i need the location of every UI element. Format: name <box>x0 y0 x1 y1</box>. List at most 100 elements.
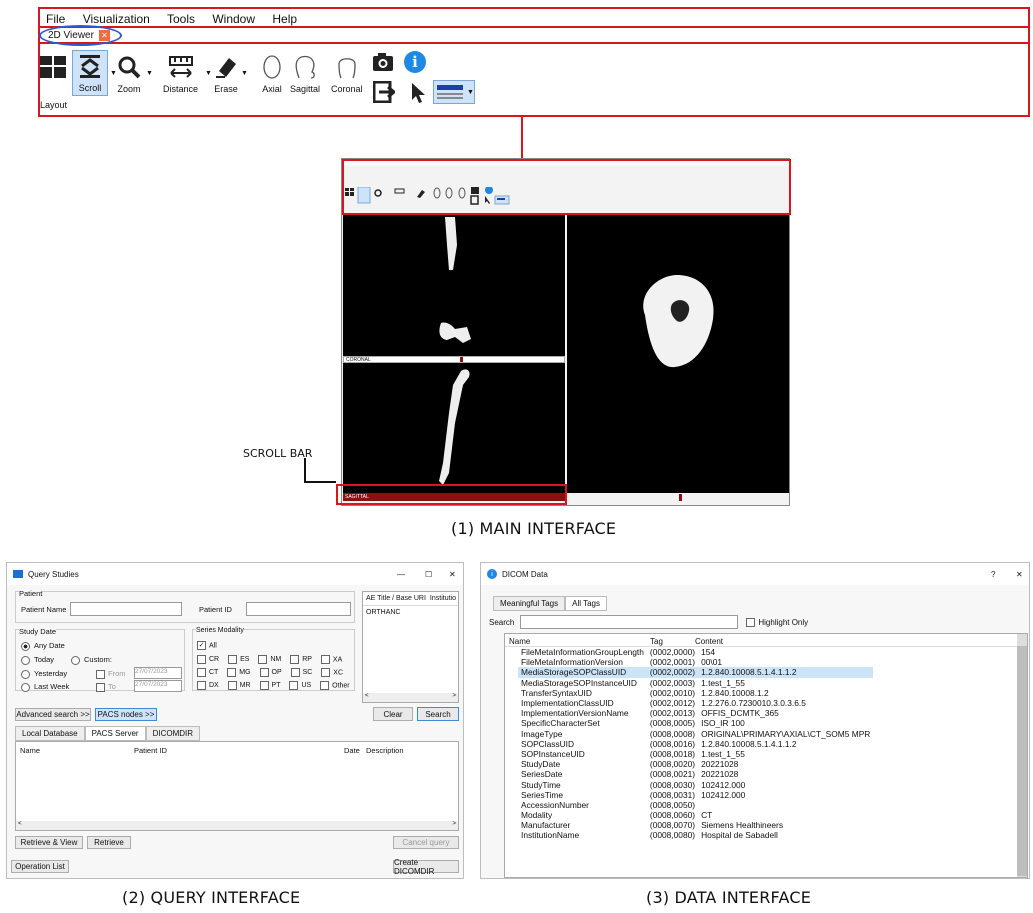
tags-vscroll[interactable] <box>1017 634 1027 877</box>
line-style-icon[interactable]: ▼ <box>433 80 475 104</box>
chevron-down-icon[interactable]: ▼ <box>110 70 117 77</box>
search-input[interactable] <box>520 615 739 629</box>
table-row[interactable]: SeriesTime (0008,0031) 102412.000 <box>518 790 873 800</box>
table-row[interactable]: TransferSyntaxUID (0002,0010) 1.2.840.1000… <box>518 688 873 698</box>
table-row[interactable]: SeriesDate (0008,0021) 20221028 <box>518 769 873 779</box>
table-row[interactable]: FileMetaInformationVersion (0002,0001) 00\… <box>518 657 873 667</box>
ae-hscroll[interactable]: < > <box>363 693 458 702</box>
info-icon[interactable]: i <box>404 51 426 73</box>
cell-content: ORIGINAL\PRIMARY\AXIAL\CT_SOM5 MPR <box>701 728 871 739</box>
from-date-input[interactable]: 27/07/2023 <box>134 667 182 679</box>
cell-name: MediaStorageSOPInstanceUID <box>521 677 637 688</box>
patient-id-input[interactable] <box>246 602 351 616</box>
query-title-bar: Query Studies — ☐ ✕ <box>7 563 463 585</box>
minimize-icon[interactable]: — <box>397 570 405 579</box>
viewport-right <box>567 215 789 493</box>
axial-slider-thumb[interactable] <box>679 494 682 501</box>
col-name[interactable]: Name <box>509 637 530 646</box>
cell-tag: (0008,0030) <box>649 779 696 790</box>
menu-window[interactable]: Window <box>212 12 255 26</box>
coronal-slider-thumb[interactable] <box>460 357 463 362</box>
table-row[interactable]: StudyDate (0008,0020) 20221028 <box>518 759 873 769</box>
modality-row-2: CT MG OP SC XC <box>197 668 343 677</box>
col-content[interactable]: Content <box>695 637 723 646</box>
col-patient-id[interactable]: Patient ID <box>134 746 167 755</box>
layout-tool[interactable] <box>40 52 66 82</box>
results-hscroll[interactable]: < > <box>16 821 458 830</box>
table-row[interactable]: ImageType (0008,0008) ORIGINAL\PRIMARY\AXI… <box>518 729 873 739</box>
patient-name-input[interactable] <box>70 602 182 616</box>
today-radio[interactable]: Today <box>21 655 54 665</box>
custom-radio[interactable]: Custom: <box>71 655 112 665</box>
col-tag[interactable]: Tag <box>650 637 663 646</box>
clear-button[interactable]: Clear <box>373 707 413 721</box>
chevron-down-icon[interactable]: ▼ <box>146 70 153 77</box>
axial-tool[interactable]: Axial <box>261 52 283 94</box>
ae-value[interactable]: ORTHANC <box>366 609 455 616</box>
col-name[interactable]: Name <box>20 746 40 755</box>
pointer-icon[interactable] <box>410 82 426 109</box>
from-check[interactable]: From <box>96 669 126 679</box>
all-check[interactable]: ✓ All <box>197 641 217 650</box>
table-row[interactable]: SOPClassUID (0008,0016) 1.2.840.10008.5.1.… <box>518 739 873 749</box>
menu-help[interactable]: Help <box>272 12 297 26</box>
cancel-query-button[interactable]: Cancel query <box>393 836 459 849</box>
menu-visualization[interactable]: Visualization <box>83 12 150 26</box>
table-row[interactable]: AccessionNumber (0008,0050) <box>518 800 873 810</box>
col-description[interactable]: Description <box>366 746 404 755</box>
col-date[interactable]: Date <box>344 746 360 755</box>
table-row[interactable]: ImplementationClassUID (0002,0012) 1.2.276… <box>518 698 873 708</box>
table-row[interactable]: SOPInstanceUID (0008,0018) 1.test_1_55 <box>518 749 873 759</box>
zoom-tool[interactable]: Zoom <box>117 52 141 94</box>
retrieve-view-button[interactable]: Retrieve & View <box>15 836 83 849</box>
create-dicomdir-button[interactable]: Create DICOMDIR <box>393 858 459 876</box>
table-row[interactable]: Manufacturer (0008,0070) Siemens Healthine… <box>518 820 873 830</box>
checkbox-icon[interactable] <box>746 617 756 627</box>
menu-file[interactable]: File <box>46 12 65 26</box>
advanced-search-button[interactable]: Advanced search >> <box>15 708 91 721</box>
last-week-radio[interactable]: Last Week <box>21 682 69 692</box>
to-date-input[interactable]: 27/07/2023 <box>134 680 182 692</box>
ae-list[interactable]: AE Title / Base URI Institutio ORTHANC <… <box>362 591 459 703</box>
erase-tool[interactable]: Erase <box>214 52 238 94</box>
table-row[interactable]: MediaStorageSOPInstanceUID (0002,0003) 1.t… <box>518 678 873 688</box>
table-row[interactable]: MediaStorageSOPClassUID (0002,0002) 1.2.84… <box>518 667 874 678</box>
tab-dicomdir[interactable]: DICOMDIR <box>145 726 201 741</box>
retrieve-button[interactable]: Retrieve <box>87 836 131 849</box>
export-icon[interactable] <box>372 80 397 108</box>
tab-local-database[interactable]: Local Database <box>15 726 85 741</box>
table-row[interactable]: StudyTime (0008,0030) 102412.000 <box>518 779 873 790</box>
operation-list-button[interactable]: Operation List <box>11 860 69 873</box>
distance-tool[interactable]: Distance <box>163 52 198 94</box>
search-button[interactable]: Search <box>417 707 459 721</box>
cell-name: SeriesDate <box>521 769 563 780</box>
tab-pacs-server[interactable]: PACS Server <box>84 726 146 741</box>
menu-tools[interactable]: Tools <box>167 12 195 26</box>
pacs-nodes-button[interactable]: PACS nodes >> <box>95 708 157 721</box>
any-date-radio[interactable]: Any Date <box>21 641 65 651</box>
table-row[interactable]: ImplementationVersionName (0002,0013) OFFI… <box>518 708 873 718</box>
chevron-down-icon[interactable]: ▼ <box>205 70 212 77</box>
last-week-label: Last Week <box>34 682 70 691</box>
table-row[interactable]: InstitutionName (0008,0080) Hospital de Sa… <box>518 830 873 840</box>
coronal-tool[interactable]: Coronal <box>331 52 363 94</box>
close-icon[interactable]: ✕ <box>1016 570 1023 579</box>
table-row[interactable]: Modality (0008,0060) CT <box>518 810 873 820</box>
tab-all-tags[interactable]: All Tags <box>565 596 607 611</box>
sagittal-tool[interactable]: Sagittal <box>290 52 320 94</box>
cell-content: 1.2.840.10008.1.2 <box>701 687 769 698</box>
maximize-icon[interactable]: ☐ <box>425 570 432 579</box>
chevron-down-icon[interactable]: ▼ <box>241 70 248 77</box>
table-row[interactable]: SpecificCharacterSet (0008,0005) ISO_IR 10… <box>518 718 873 728</box>
table-row[interactable]: FileMetaInformationGroupLength (0002,0000… <box>518 647 873 657</box>
help-icon[interactable]: ? <box>991 570 995 579</box>
tab-meaningful-tags[interactable]: Meaningful Tags <box>493 596 566 611</box>
sagittal-bar[interactable]: SAGITTAL <box>343 493 565 501</box>
scroll-icon <box>78 51 102 81</box>
scroll-tool[interactable]: Scroll <box>72 50 108 96</box>
camera-icon[interactable] <box>372 52 394 77</box>
close-icon[interactable]: ✕ <box>449 570 456 579</box>
yesterday-radio[interactable]: Yesterday <box>21 669 67 679</box>
folder-icon <box>13 570 23 578</box>
to-check[interactable]: To <box>96 682 116 692</box>
